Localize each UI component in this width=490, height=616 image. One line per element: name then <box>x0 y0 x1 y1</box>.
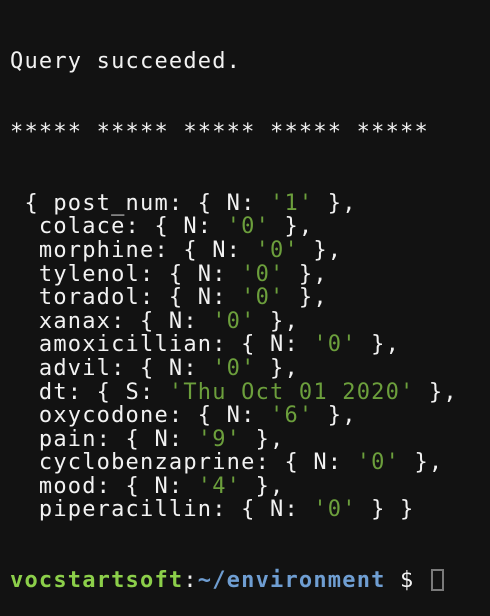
result-text: }, <box>313 190 357 216</box>
terminal[interactable]: Query succeeded. ***** ***** ***** *****… <box>0 0 490 616</box>
result-text: mood: { N: <box>10 473 198 499</box>
result-line: toradol: { N: '0' }, <box>10 286 490 310</box>
result-value: '6' <box>270 403 314 429</box>
result-value: '1' <box>270 190 314 216</box>
result-text: oxycodone: { N: <box>10 403 271 429</box>
result-line: dt: { S: 'Thu Oct 01 2020' }, <box>10 379 490 405</box>
result-text: }, <box>241 473 285 499</box>
result-text: }, <box>255 355 299 381</box>
result-value: '4' <box>197 473 242 499</box>
result-line: amoxicillian: { N: '0' }, <box>10 333 490 357</box>
prompt-path: ~/environment <box>197 568 386 594</box>
result-text: }, <box>313 403 357 429</box>
result-text: }, <box>255 308 299 334</box>
prompt-symbol: $ <box>385 568 429 594</box>
result-text: toradol: { N: <box>10 285 242 311</box>
result-text: tylenol: { N: <box>10 261 242 287</box>
result-line: piperacillin: { N: '0' } } <box>10 498 490 522</box>
result-text: { post_num: { N: <box>10 190 271 216</box>
result-text: }, <box>241 426 285 452</box>
result-value: '0' <box>212 355 256 381</box>
result-line: colace: { N: '0' }, <box>10 215 490 239</box>
result-line: cyclobenzaprine: { N: '0' }, <box>10 451 490 475</box>
result-value: '0' <box>255 237 299 263</box>
result-value: '9' <box>197 426 242 452</box>
prompt-colon: : <box>183 568 198 594</box>
result-line: tylenol: { N: '0' }, <box>10 261 490 287</box>
result-text: }, <box>284 285 328 311</box>
result-value: '0' <box>212 308 256 334</box>
result-line: morphine: { N: '0' }, <box>10 239 490 263</box>
result-value: '0' <box>226 214 271 240</box>
result-line: pain: { N: '9' }, <box>10 426 490 452</box>
prompt-line[interactable]: vocstartsoft:~/environment $ <box>10 569 490 593</box>
query-result: { post_num: { N: '1' }, colace: { N: '0'… <box>10 190 490 522</box>
result-text: xanax: { N: <box>10 308 213 334</box>
result-text: }, <box>356 332 401 358</box>
result-text: piperacillin: { N: <box>10 497 314 523</box>
result-value: 'Thu Oct 01 2020' <box>168 379 415 405</box>
result-value: '0' <box>356 450 401 476</box>
result-text: }, <box>414 379 458 405</box>
result-line: oxycodone: { N: '6' }, <box>10 404 490 428</box>
result-value: '0' <box>241 285 285 311</box>
result-value: '0' <box>241 261 285 287</box>
result-text: } } <box>356 497 415 523</box>
result-text: }, <box>270 214 314 240</box>
separator-line: ***** ***** ***** ***** ***** <box>10 119 429 145</box>
status-line: Query succeeded. <box>10 49 242 75</box>
result-line: { post_num: { N: '1' }, <box>10 190 490 216</box>
result-value: '0' <box>313 497 357 523</box>
result-text: }, <box>298 237 343 263</box>
result-text: pain: { N: <box>10 426 198 452</box>
result-line: mood: { N: '4' }, <box>10 475 490 499</box>
result-text: cyclobenzaprine: { N: <box>10 450 357 476</box>
result-line: xanax: { N: '0' }, <box>10 308 490 334</box>
cursor <box>430 569 444 592</box>
result-text: colace: { N: <box>10 214 227 240</box>
result-line: advil: { N: '0' }, <box>10 357 490 381</box>
prompt-user: vocstartsoft <box>10 568 184 594</box>
result-text: amoxicillian: { N: <box>10 332 314 358</box>
result-text: }, <box>284 261 328 287</box>
result-value: '0' <box>313 332 357 358</box>
result-text: morphine: { N: <box>10 237 256 263</box>
result-text: dt: { S: <box>10 379 169 405</box>
result-text: advil: { N: <box>10 355 213 381</box>
result-text: }, <box>400 450 444 476</box>
